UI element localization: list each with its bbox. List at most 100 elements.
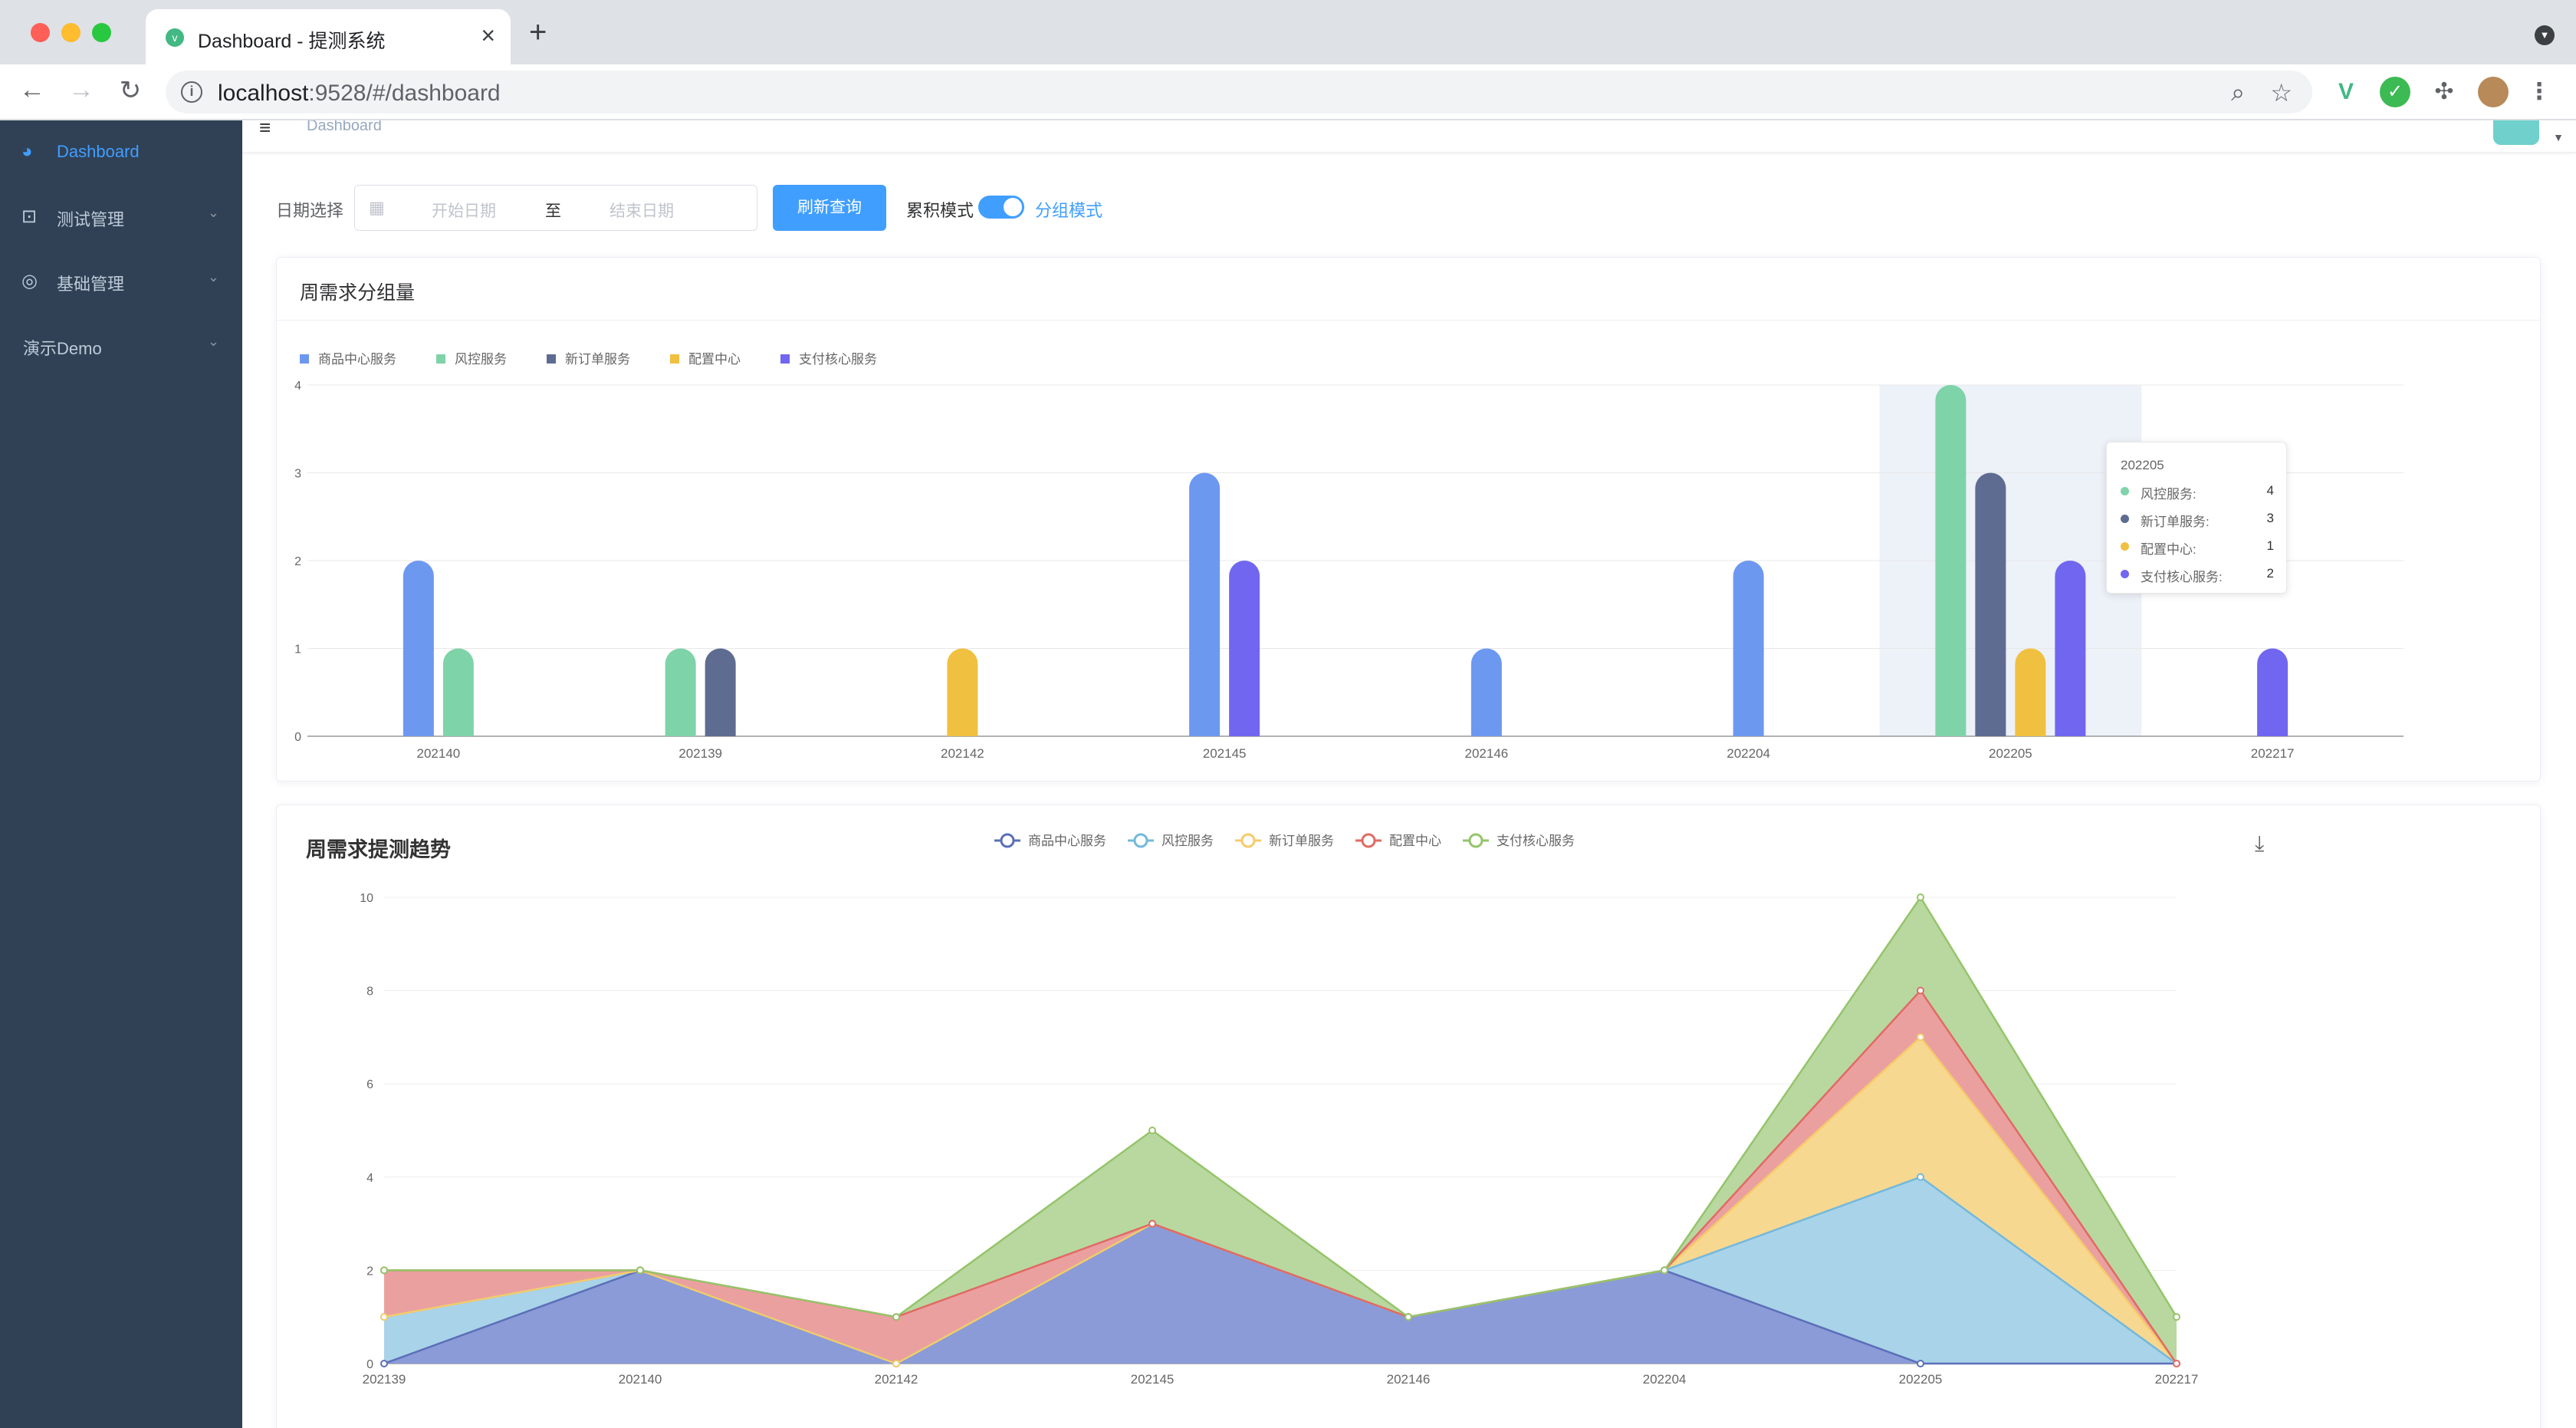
legend-marker bbox=[1000, 833, 1015, 848]
forward-icon[interactable]: → bbox=[64, 75, 98, 105]
tooltip-row: 配置中心: 1 bbox=[2121, 536, 2274, 558]
start-date-input[interactable]: 开始日期 bbox=[432, 199, 496, 222]
x-tick-label: 202204 bbox=[1727, 746, 1770, 761]
sidebar-item-label: 演示Demo bbox=[23, 339, 102, 358]
reload-icon[interactable]: ↻ bbox=[113, 75, 147, 106]
chart-tooltip: 202205 风控服务: 4 新订单服务: 3 配置中心: 1 支付核心服务: 2 bbox=[2106, 442, 2287, 594]
data-point bbox=[380, 1266, 388, 1275]
zoom-icon[interactable]: ⌕ bbox=[2231, 78, 2245, 107]
x-tick-label: 202142 bbox=[875, 1372, 918, 1387]
data-point bbox=[1917, 893, 1924, 901]
x-tick-label: 202146 bbox=[1465, 746, 1509, 761]
tooltip-series-value: 3 bbox=[2266, 511, 2274, 525]
tab-close-icon[interactable]: × bbox=[481, 21, 495, 50]
data-point bbox=[1148, 1219, 1156, 1228]
legend-swatch bbox=[780, 354, 790, 364]
dashboard-icon: ◕ bbox=[21, 141, 33, 162]
new-tab-icon[interactable]: + bbox=[529, 15, 547, 50]
x-tick-label: 202139 bbox=[363, 1372, 406, 1387]
address-bar[interactable]: i localhost:9528/#/dashboard ⌕ ☆ bbox=[166, 71, 2312, 114]
settings-icon: ◎ bbox=[21, 271, 38, 291]
bar-base bbox=[442, 721, 474, 736]
back-icon[interactable]: ← bbox=[15, 75, 49, 105]
hamburger-icon[interactable]: ≡ bbox=[259, 120, 271, 140]
tab-search-icon[interactable]: ▼ bbox=[2535, 25, 2555, 45]
profile-avatar-icon[interactable] bbox=[2478, 77, 2509, 107]
cumulative-mode-label[interactable]: 累积模式 bbox=[906, 197, 974, 222]
vue-devtools-extension-icon[interactable]: V bbox=[2331, 77, 2361, 107]
legend-label: 风控服务 bbox=[1162, 834, 1214, 848]
tooltip-series-value: 2 bbox=[2266, 566, 2274, 581]
series-dot bbox=[2121, 515, 2129, 523]
y-tick-label: 0 bbox=[294, 731, 301, 744]
app-root: ◕ Dashboard ⊡ 测试管理 ⌄ ◎ 基础管理 ⌄ 演示Demo ⌄ ≡… bbox=[0, 120, 2576, 1428]
legend-label: 风控服务 bbox=[455, 352, 507, 367]
extension-check-icon[interactable]: ✓ bbox=[2380, 77, 2410, 107]
legend-marker bbox=[1240, 833, 1256, 848]
x-tick-label: 202142 bbox=[941, 746, 984, 761]
x-tick-label: 202145 bbox=[1203, 746, 1247, 761]
bar bbox=[2055, 561, 2086, 736]
bar bbox=[1975, 472, 2006, 736]
sidebar-item-basic-management[interactable]: ◎ 基础管理 ⌄ bbox=[0, 249, 242, 314]
legend-label: 支付核心服务 bbox=[799, 352, 877, 367]
legend-swatch bbox=[547, 354, 556, 364]
end-date-input[interactable]: 结束日期 bbox=[610, 199, 674, 222]
bar-base bbox=[947, 721, 978, 736]
tooltip-series-value: 1 bbox=[2266, 538, 2274, 553]
y-tick-label: 3 bbox=[294, 468, 301, 481]
y-tick-label: 6 bbox=[366, 1078, 373, 1091]
sidebar-item-label: Dashboard bbox=[57, 142, 140, 161]
chart-icon: ⊡ bbox=[21, 206, 38, 227]
series-dot bbox=[2121, 570, 2129, 578]
series-dot bbox=[2121, 542, 2129, 551]
bar bbox=[1733, 561, 1764, 736]
y-tick-label: 1 bbox=[294, 643, 301, 656]
legend-swatch bbox=[670, 354, 679, 364]
site-info-icon[interactable]: i bbox=[181, 81, 202, 103]
date-range-picker[interactable]: ▦ 开始日期 至 结束日期 bbox=[354, 185, 757, 231]
chevron-down-icon: ⌄ bbox=[207, 205, 219, 220]
browser-titlebar: v Dashboard - 提测系统 × + ▼ bbox=[0, 0, 2576, 64]
breadcrumb[interactable]: Dashboard bbox=[307, 120, 382, 135]
data-point bbox=[1148, 1127, 1156, 1134]
bar-base bbox=[1733, 721, 1764, 736]
bar-base bbox=[1470, 721, 1502, 736]
bar bbox=[402, 561, 434, 736]
y-tick-label: 8 bbox=[366, 985, 373, 999]
sidebar-item-demo[interactable]: 演示Demo ⌄ bbox=[0, 314, 242, 378]
legend-label: 新订单服务 bbox=[1269, 834, 1334, 848]
user-avatar[interactable] bbox=[2493, 120, 2539, 145]
legend-label: 支付核心服务 bbox=[1497, 834, 1575, 848]
browser-tab[interactable]: v Dashboard - 提测系统 × bbox=[146, 9, 511, 64]
bar-base bbox=[665, 721, 696, 736]
refresh-query-button[interactable]: 刷新查询 bbox=[773, 185, 886, 231]
sidebar-item-test-management[interactable]: ⊡ 测试管理 ⌄ bbox=[0, 185, 242, 249]
legend-label: 商品中心服务 bbox=[318, 352, 396, 367]
y-tick-label: 4 bbox=[366, 1172, 373, 1185]
grouped-mode-label[interactable]: 分组模式 bbox=[1035, 197, 1102, 222]
extensions-puzzle-icon[interactable]: ✣ bbox=[2429, 77, 2459, 107]
browser-toolbar: ← → ↻ i localhost:9528/#/dashboard ⌕ ☆ V… bbox=[0, 64, 2576, 120]
zoom-window-button[interactable] bbox=[92, 23, 111, 42]
bar-base bbox=[705, 721, 736, 736]
minimize-window-button[interactable] bbox=[61, 23, 80, 42]
sidebar-item-dashboard[interactable]: ◕ Dashboard bbox=[0, 120, 242, 185]
chevron-down-icon: ⌄ bbox=[207, 334, 219, 349]
legend-marker bbox=[1361, 833, 1376, 848]
sidebar: ◕ Dashboard ⊡ 测试管理 ⌄ ◎ 基础管理 ⌄ 演示Demo ⌄ bbox=[0, 120, 242, 1428]
tooltip-series-name: 新订单服务: bbox=[2141, 515, 2210, 529]
y-tick-label: 4 bbox=[294, 380, 301, 393]
data-point bbox=[1917, 1360, 1924, 1367]
close-window-button[interactable] bbox=[31, 23, 50, 42]
data-point bbox=[1917, 986, 1924, 995]
y-tick-label: 10 bbox=[360, 892, 373, 905]
caret-down-icon[interactable]: ▼ bbox=[2553, 131, 2564, 143]
mode-switch[interactable] bbox=[978, 196, 1024, 219]
legend-label: 配置中心 bbox=[688, 352, 741, 367]
browser-menu-icon[interactable]: ⋮ bbox=[2524, 77, 2555, 107]
main-content: ≡ Dashboard ▼ 日期选择 ▦ 开始日期 至 结束日期 刷新查询 累积… bbox=[242, 120, 2576, 1428]
legend-label: 商品中心服务 bbox=[1028, 834, 1106, 848]
bookmark-star-icon[interactable]: ☆ bbox=[2270, 78, 2292, 107]
tab-title: Dashboard - 提测系统 bbox=[198, 31, 386, 52]
